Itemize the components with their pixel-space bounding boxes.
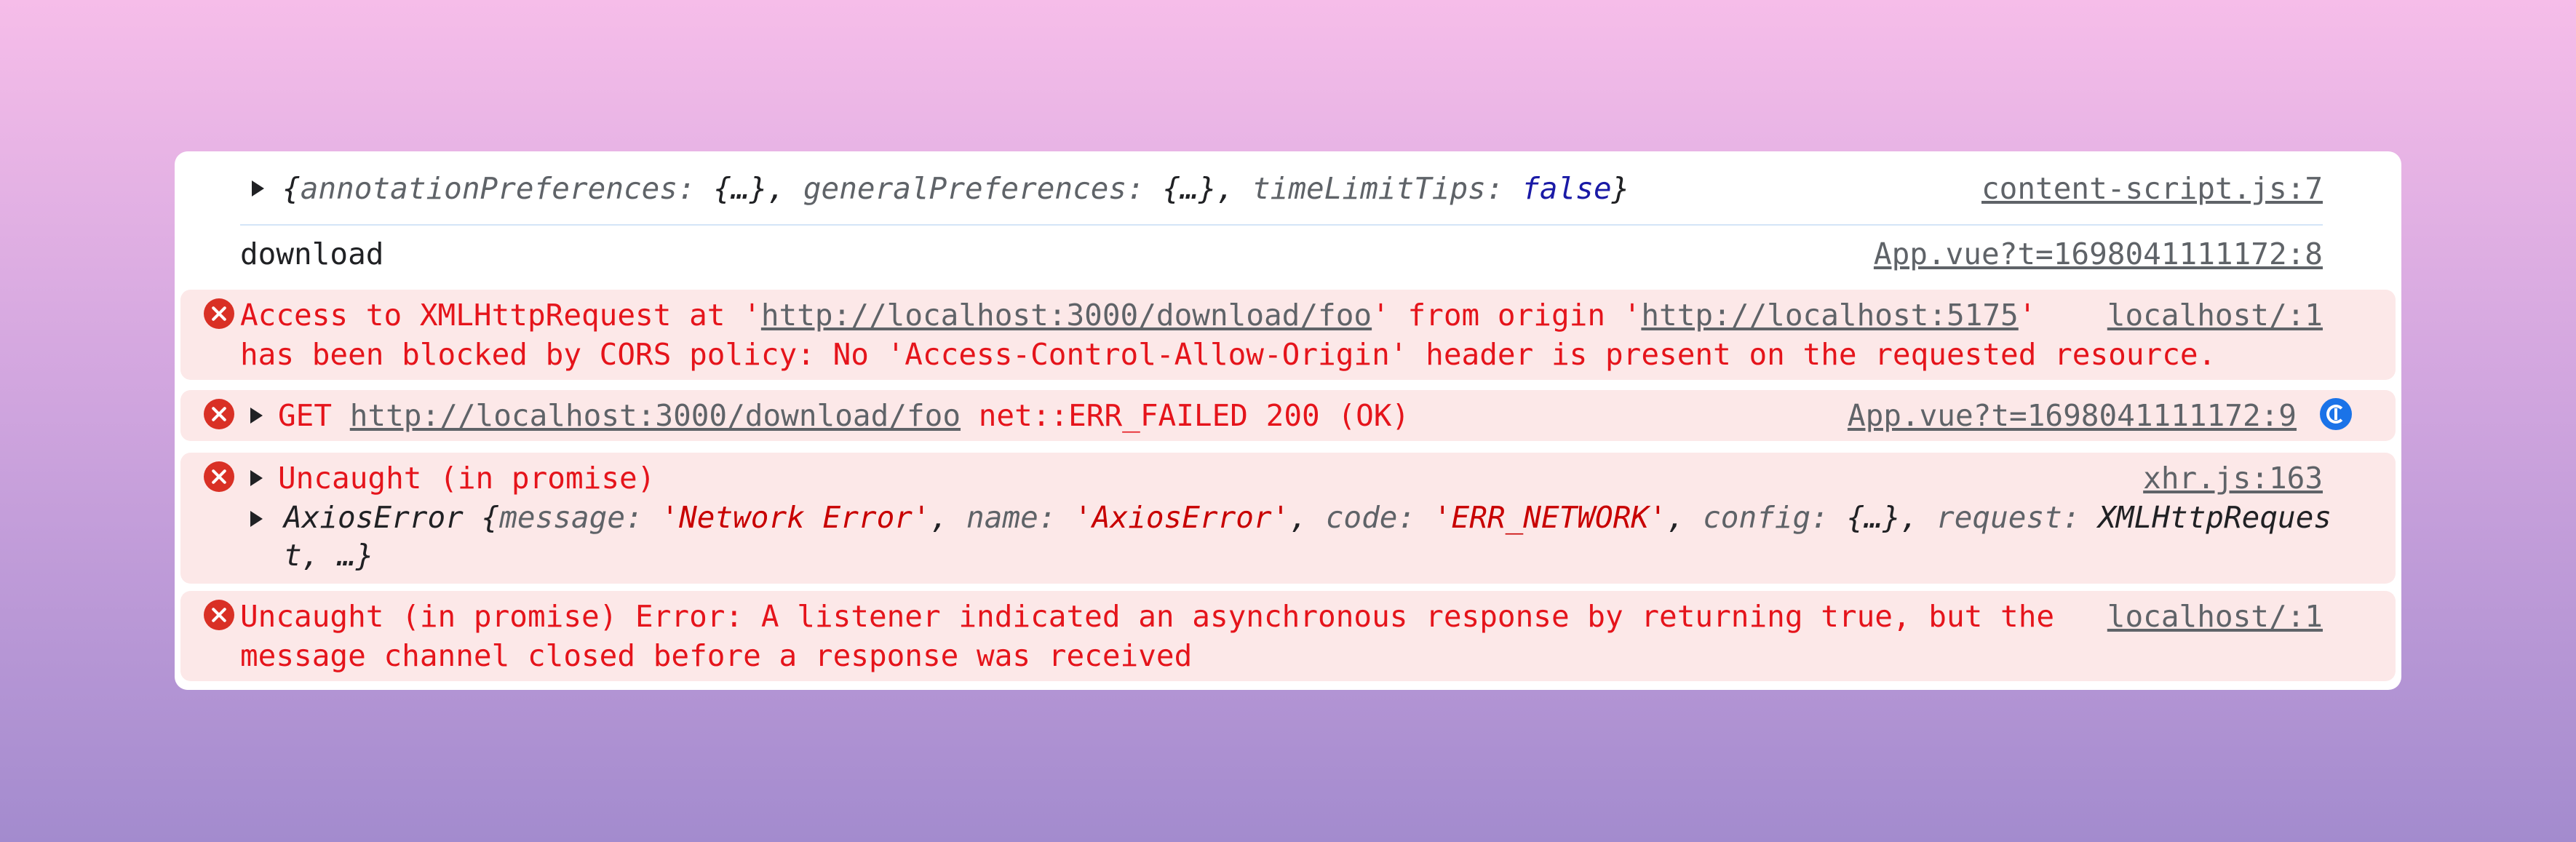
error-text: ' (2018, 298, 2037, 333)
object-value: 'AxiosError' (1074, 500, 1290, 535)
expand-triangle-icon[interactable] (252, 180, 264, 196)
console-error-row: Uncaught (in promise) xhr.js:163 AxiosEr… (180, 453, 2396, 584)
console-error-row: Uncaught (in promise) Error: A listener … (180, 591, 2396, 681)
source-link[interactable]: App.vue?t=1698041111172:9 (1848, 396, 2297, 435)
error-icon (204, 399, 234, 429)
source-link[interactable]: content-script.js:7 (1981, 169, 2323, 208)
object-value: 'Network Error' (661, 500, 931, 535)
expand-triangle-icon[interactable] (250, 511, 263, 527)
error-line: Uncaught (in promise) Error: A listener … (240, 599, 2055, 634)
object-key: code: (1325, 500, 1416, 535)
request-line: GET http://localhost:3000/download/foo n… (278, 396, 1410, 435)
object-value: 'ERR_NETWORK' (1433, 500, 1667, 535)
object-name: AxiosError (284, 500, 464, 535)
devtools-console: {annotationPreferences: {…}, generalPref… (175, 151, 2401, 690)
console-error-row: Access to XMLHttpRequest at 'http://loca… (180, 290, 2396, 380)
http-method: GET (278, 398, 350, 433)
object-value: {…}, (1144, 171, 1252, 206)
log-text: download (240, 237, 384, 271)
row-divider (240, 224, 2323, 226)
source-link[interactable]: localhost/:1 (2107, 597, 2323, 636)
console-error-row: GET http://localhost:3000/download/foo n… (180, 390, 2396, 441)
object-key: timeLimitTips: (1252, 171, 1504, 206)
source-link[interactable]: localhost/:1 (2107, 295, 2323, 335)
object-key: message: (499, 500, 643, 535)
source-link[interactable]: App.vue?t=1698041111172:8 (1874, 234, 2323, 274)
console-log-row: {annotationPreferences: {…}, generalPref… (175, 169, 2401, 208)
error-object-wrap: t, …} (284, 538, 374, 573)
object-key: config: (1703, 500, 1829, 535)
error-line: message channel closed before a response… (240, 638, 1193, 673)
object-key: request: (1936, 500, 2080, 535)
object-key: generalPreferences: (803, 171, 1145, 206)
request-url-link[interactable]: http://localhost:3000/download/foo (350, 398, 961, 433)
object-value: {…}, (695, 171, 803, 206)
error-line: has been blocked by CORS policy: No 'Acc… (240, 337, 2217, 372)
object-key: annotationPreferences: (300, 171, 696, 206)
origin-url-link[interactable]: http://localhost:5175 (1641, 298, 2018, 333)
error-icon (204, 600, 234, 630)
object-value: false (1503, 171, 1612, 206)
object-key: name: (966, 500, 1057, 535)
error-icon (204, 298, 234, 329)
error-object-preview[interactable]: AxiosError {message: 'Network Error', na… (284, 498, 2331, 537)
brace-open: { (282, 171, 301, 206)
request-status: net::ERR_FAILED 200 (OK) (961, 398, 1410, 433)
error-text: ' from origin ' (1372, 298, 1642, 333)
object-value: {…}, (1828, 500, 1937, 535)
expand-triangle-icon[interactable] (250, 470, 263, 486)
object-preview[interactable]: {annotationPreferences: {…}, generalPref… (282, 169, 1629, 208)
object-value: XMLHttpReques (2080, 500, 2332, 535)
error-icon (204, 461, 234, 492)
error-title: Uncaught (in promise) (278, 461, 656, 496)
brace-close: } (1611, 171, 1630, 206)
sync-icon[interactable] (2320, 398, 2352, 430)
error-url-link[interactable]: http://localhost:3000/download/foo (761, 298, 1372, 333)
error-text: Access to XMLHttpRequest at ' (240, 298, 761, 333)
error-line: Access to XMLHttpRequest at 'http://loca… (240, 295, 2036, 335)
console-log-row: download App.vue?t=1698041111172:8 (175, 234, 2401, 274)
expand-triangle-icon[interactable] (250, 408, 263, 424)
source-link[interactable]: xhr.js:163 (2143, 458, 2323, 498)
